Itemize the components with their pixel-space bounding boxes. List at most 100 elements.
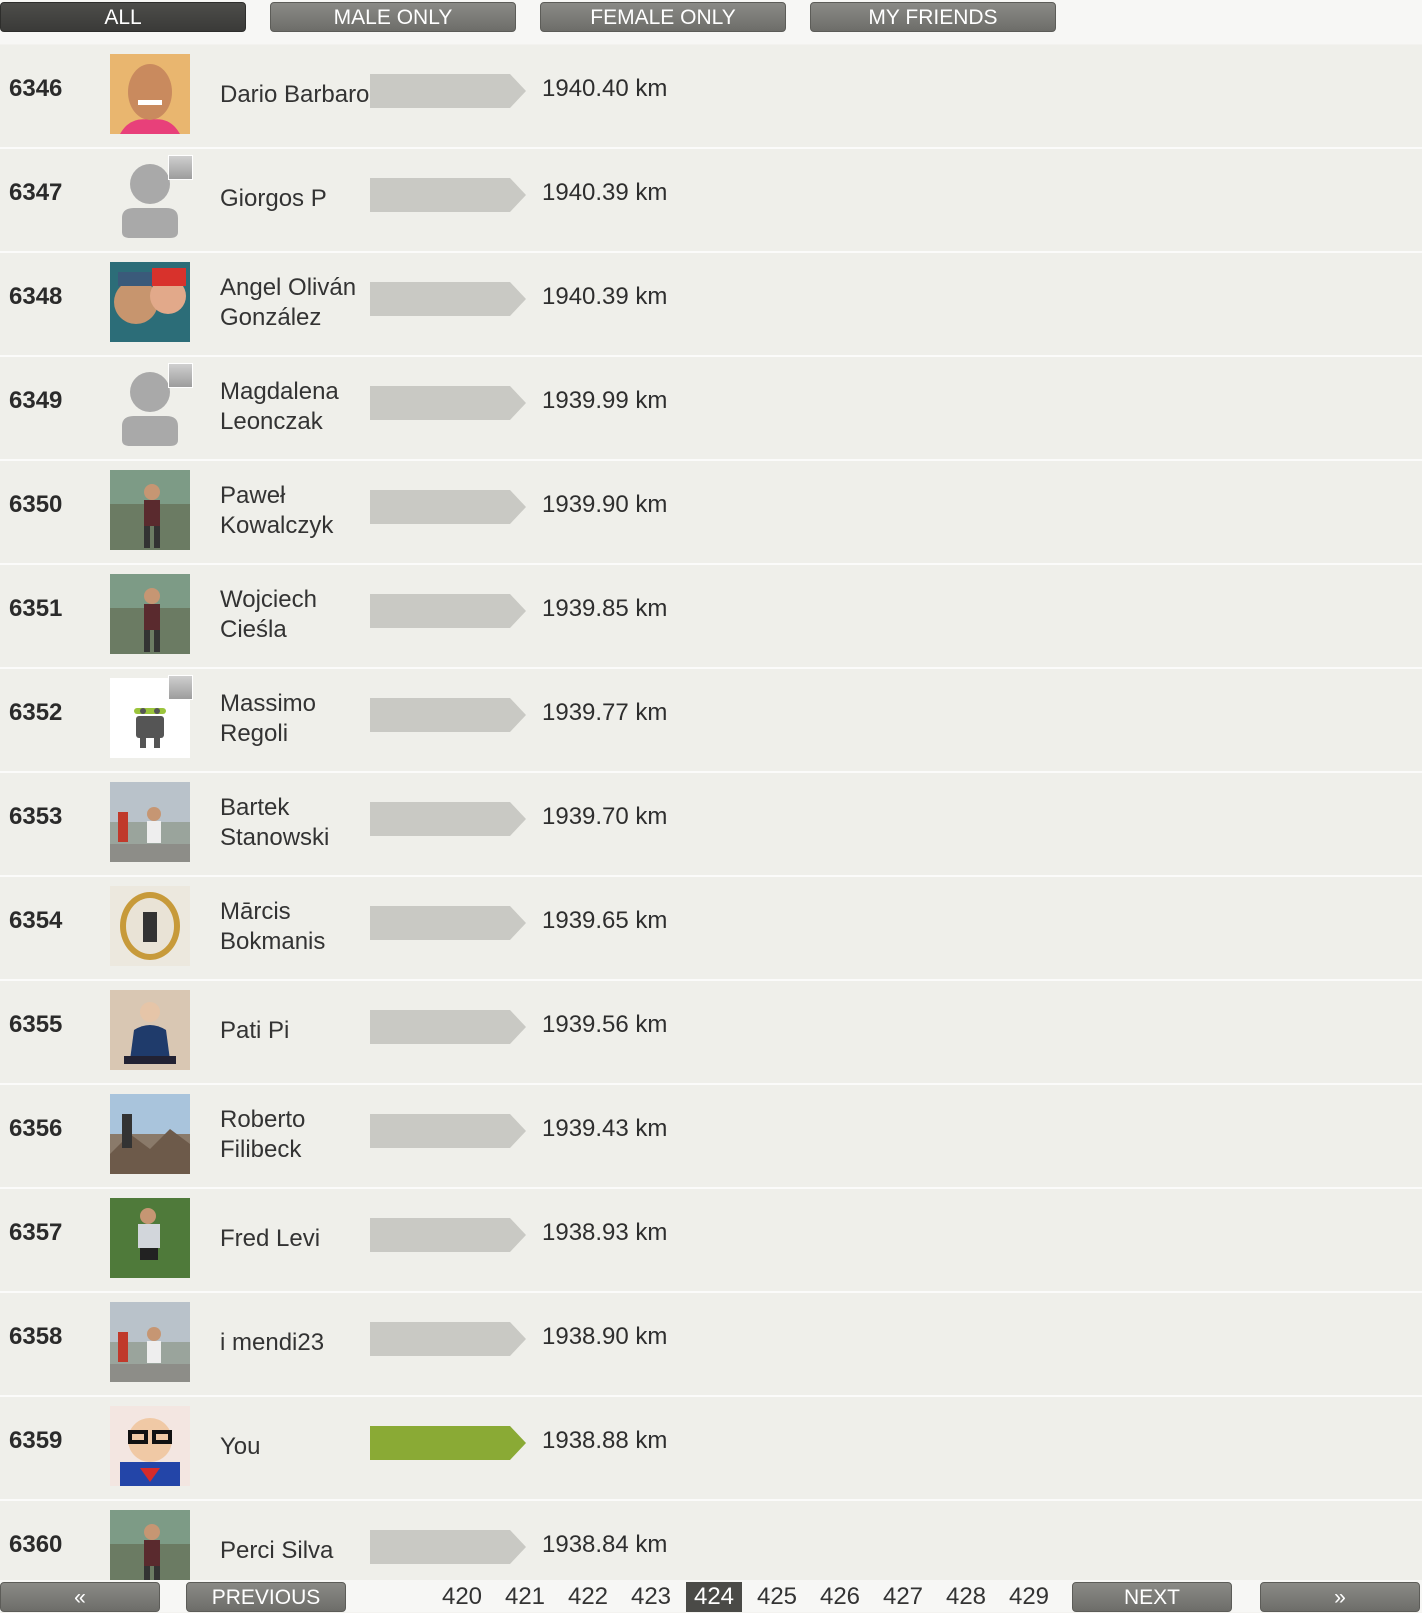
progress-bar — [370, 74, 526, 108]
distance-value: 1939.65 km — [542, 907, 668, 934]
progress-bar — [370, 282, 526, 316]
photo-portrait-icon[interactable] — [110, 54, 190, 134]
progress-bar — [370, 178, 526, 212]
photo-mirror-icon[interactable] — [110, 886, 190, 966]
leaderboard-row[interactable]: 6355 Pati Pi 1939.56 km — [0, 981, 1422, 1085]
device-badge-icon — [168, 675, 193, 700]
rank-number: 6351 — [9, 595, 63, 622]
runner-name-text: Dario Barbaro — [220, 81, 370, 108]
runner-name[interactable]: Massimo Regoli — [220, 669, 370, 769]
distance-value: 1938.84 km — [542, 1531, 668, 1558]
runner-name[interactable]: Roberto Filibeck — [220, 1085, 370, 1185]
tab-female-only[interactable]: FEMALE ONLY — [540, 2, 786, 32]
leaderboard-row[interactable]: 6350 Paweł Kowalczyk 1939.90 km — [0, 461, 1422, 565]
runner-name-text: Massimo Regoli — [220, 690, 317, 747]
runner-name[interactable]: Bartek Stanowski — [220, 773, 370, 873]
rank-number: 6358 — [9, 1323, 63, 1350]
runner-name[interactable]: Wojciech Cieśla — [220, 565, 370, 665]
photo-race-icon[interactable] — [110, 1302, 190, 1382]
next-button[interactable]: NEXT — [1072, 1582, 1232, 1612]
tab-my-friends[interactable]: MY FRIENDS — [810, 2, 1056, 32]
page-number[interactable]: 427 — [875, 1582, 931, 1612]
distance-value: 1939.70 km — [542, 803, 668, 830]
leaderboard-row[interactable]: 6356 Roberto Filibeck 1939.43 km — [0, 1085, 1422, 1189]
photo-mountain-icon[interactable] — [110, 1094, 190, 1174]
distance-value: 1939.85 km — [542, 595, 668, 622]
progress-bar — [370, 1010, 526, 1044]
leaderboard-row[interactable]: 6352 Massimo Regoli 1939.77 km — [0, 669, 1422, 773]
leaderboard-row[interactable]: 6353 Bartek Stanowski 1939.70 km — [0, 773, 1422, 877]
leaderboard-row[interactable]: 6359 You 1938.88 km — [0, 1397, 1422, 1501]
runner-name-text: Fred Levi — [220, 1225, 321, 1252]
pagination: « PREVIOUS 420 421 422 423 424 425 426 427 428 42… — [0, 1580, 1422, 1612]
leaderboard-row[interactable]: 6351 Wojciech Cieśla 1939.85 km — [0, 565, 1422, 669]
runner-name[interactable]: Giorgos P — [220, 149, 370, 249]
runner-name[interactable]: Magdalena Leonczak — [220, 357, 370, 457]
progress-bar — [370, 490, 526, 524]
progress-bar — [370, 1218, 526, 1252]
progress-bar — [370, 1322, 526, 1356]
leaderboard-list: 6346 Dario Barbaro 1940.40 km 6347 Giorgos P… — [0, 45, 1422, 1605]
distance-value: 1939.77 km — [542, 699, 668, 726]
photo-sitting-icon[interactable] — [110, 990, 190, 1070]
leaderboard-row[interactable]: 6346 Dario Barbaro 1940.40 km — [0, 45, 1422, 149]
leaderboard-row[interactable]: 6348 Angel Oliván González 1940.39 km — [0, 253, 1422, 357]
leaderboard-row[interactable]: 6349 Magdalena Leonczak 1939.99 km — [0, 357, 1422, 461]
device-badge-icon — [168, 363, 193, 388]
runner-name[interactable]: Mārcis Bokmanis — [220, 877, 370, 977]
tab-all[interactable]: ALL — [0, 2, 246, 32]
runner-name-text: Pati Pi — [220, 1017, 290, 1044]
page-number[interactable]: 423 — [623, 1582, 679, 1612]
photo-runner-icon[interactable] — [110, 574, 190, 654]
runner-name[interactable]: Pati Pi — [220, 981, 370, 1081]
runner-name[interactable]: You — [220, 1397, 370, 1497]
runner-name-text: Wojciech Cieśla — [220, 586, 317, 643]
leaderboard-row[interactable]: 6354 Mārcis Bokmanis 1939.65 km — [0, 877, 1422, 981]
progress-bar — [370, 386, 526, 420]
page-number[interactable]: 426 — [812, 1582, 868, 1612]
progress-bar-you — [370, 1426, 526, 1460]
leaderboard-row[interactable]: 6357 Fred Levi 1938.93 km — [0, 1189, 1422, 1293]
last-page-button[interactable]: » — [1260, 1582, 1420, 1612]
previous-button[interactable]: PREVIOUS — [186, 1582, 346, 1612]
runner-name-text: You — [220, 1433, 261, 1460]
runner-name-text: Giorgos P — [220, 185, 327, 212]
page-number[interactable]: 429 — [1001, 1582, 1057, 1612]
rank-number: 6348 — [9, 283, 63, 310]
first-page-button[interactable]: « — [0, 1582, 160, 1612]
page-number[interactable]: 420 — [434, 1582, 490, 1612]
photo-runner-icon[interactable] — [110, 470, 190, 550]
distance-value: 1939.99 km — [542, 387, 668, 414]
rank-number: 6352 — [9, 699, 63, 726]
page-number[interactable]: 422 — [560, 1582, 616, 1612]
rank-number: 6353 — [9, 803, 63, 830]
photo-selfie-icon[interactable] — [110, 262, 190, 342]
photo-runner-icon[interactable] — [110, 1510, 190, 1590]
rank-number: 6356 — [9, 1115, 63, 1142]
distance-value: 1938.88 km — [542, 1427, 668, 1454]
device-badge-icon — [168, 155, 193, 180]
rank-number: 6354 — [9, 907, 63, 934]
distance-value: 1938.90 km — [542, 1323, 668, 1350]
runner-name[interactable]: Angel Oliván González — [220, 253, 370, 353]
runner-name[interactable]: Paweł Kowalczyk — [220, 461, 370, 561]
photo-race-icon[interactable] — [110, 782, 190, 862]
leaderboard-row[interactable]: 6347 Giorgos P 1940.39 km — [0, 149, 1422, 253]
runner-name[interactable]: Fred Levi — [220, 1189, 370, 1289]
page-number[interactable]: 428 — [938, 1582, 994, 1612]
distance-value: 1938.93 km — [542, 1219, 668, 1246]
photo-trail-icon[interactable] — [110, 1198, 190, 1278]
runner-name-text: Perci Silva — [220, 1537, 334, 1564]
page-number-current[interactable]: 424 — [686, 1582, 742, 1612]
rank-number: 6347 — [9, 179, 63, 206]
runner-name[interactable]: i mendi23 — [220, 1293, 370, 1393]
runner-name[interactable]: Dario Barbaro — [220, 45, 370, 145]
tab-male-only[interactable]: MALE ONLY — [270, 2, 516, 32]
page-number[interactable]: 421 — [497, 1582, 553, 1612]
rank-number: 6359 — [9, 1427, 63, 1454]
leaderboard-row[interactable]: 6358 i mendi23 1938.90 km — [0, 1293, 1422, 1397]
page-number[interactable]: 425 — [749, 1582, 805, 1612]
distance-value: 1939.43 km — [542, 1115, 668, 1142]
runner-name-text: Paweł Kowalczyk — [220, 482, 334, 539]
photo-kid-superman-icon[interactable] — [110, 1406, 190, 1486]
